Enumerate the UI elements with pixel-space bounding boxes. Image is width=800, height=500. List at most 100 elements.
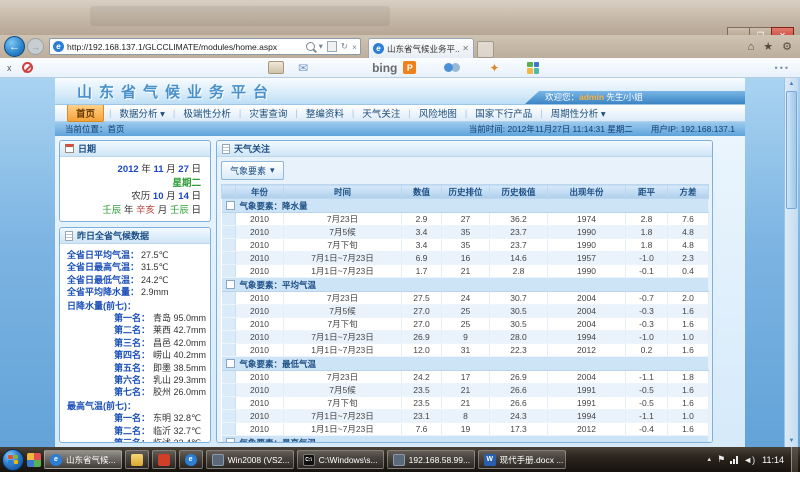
nav-item-3[interactable]: 灾害查询	[241, 105, 295, 121]
nav-item-0[interactable]: 首页	[67, 104, 104, 122]
tab-favicon: e	[373, 43, 384, 54]
table-cell: 0.4	[668, 265, 709, 278]
weather-panel: 天气关注 气象要素 ▾	[216, 140, 713, 443]
new-tab-button[interactable]	[477, 41, 494, 58]
mail-icon[interactable]: ✉	[298, 61, 308, 75]
table-cell: -0.7	[626, 292, 668, 305]
refresh-icon[interactable]: ↻	[341, 41, 348, 52]
table-cell: 17.3	[490, 423, 548, 436]
cards-icon[interactable]	[268, 61, 284, 74]
table-cell: 22.3	[490, 344, 548, 357]
game-grid-icon[interactable]	[527, 62, 539, 74]
taskbar-button-6[interactable]: 192.168.58.99...	[387, 450, 475, 469]
compatibility-view-icon[interactable]	[327, 41, 337, 52]
taskbar-button-2[interactable]	[152, 450, 176, 469]
blocked-popup-icon[interactable]	[22, 62, 33, 73]
chevron-down-icon[interactable]: ▾	[319, 41, 323, 52]
group-label: 气象要素：最高气温	[222, 436, 709, 443]
table-cell: 2.3	[668, 252, 709, 265]
table-cell: 30.7	[490, 292, 548, 305]
messenger-icon[interactable]	[444, 63, 453, 72]
taskbar-button-label: 现代手册.docx ...	[500, 454, 564, 466]
flag-tray-icon[interactable]: ⚑	[717, 454, 725, 465]
element-filter-button[interactable]: 气象要素 ▾	[221, 161, 284, 180]
stop-icon[interactable]: ×	[352, 42, 357, 52]
table-cell: 7月下旬	[284, 318, 402, 331]
calendar-text: 月	[155, 205, 170, 216]
address-bar[interactable]: e http://192.168.137.1/GLCCLIMATE/module…	[49, 38, 361, 55]
calendar-text: 11	[153, 164, 163, 175]
scrollbar-thumb[interactable]	[786, 91, 797, 209]
start-button[interactable]	[2, 449, 24, 471]
table-cell: 2010	[236, 213, 284, 226]
address-bar-icons: ▾ ↻ ×	[306, 41, 357, 52]
toolbar-close-icon[interactable]: x	[7, 63, 12, 73]
nav-item-4[interactable]: 整编资料	[298, 105, 352, 121]
search-icon[interactable]	[306, 42, 315, 51]
table-cell: 2004	[548, 318, 626, 331]
taskbar-button-1[interactable]	[125, 450, 149, 469]
table-cell: 23.5	[402, 397, 442, 410]
nav-item-5[interactable]: 天气关注	[354, 105, 408, 121]
table-cell: 1991	[548, 384, 626, 397]
folder-icon	[131, 454, 143, 466]
scrollbar-down-icon[interactable]: ▼	[785, 435, 798, 447]
group-checkbox[interactable]	[226, 438, 235, 443]
url-text[interactable]: http://192.168.137.1/GLCCLIMATE/modules/…	[67, 42, 303, 52]
taskbar-button-7[interactable]: W现代手册.docx ...	[478, 450, 566, 469]
table-cell: 1月1日~7月23日	[284, 423, 402, 436]
nav-item-2[interactable]: 极端性分析	[175, 105, 239, 121]
forward-button[interactable]: →	[27, 38, 44, 55]
quick-launch-icon[interactable]	[27, 453, 41, 467]
table-cell: 7月1日~7月23日	[284, 410, 402, 423]
back-button[interactable]: ←	[4, 36, 25, 57]
taskbar-button-4[interactable]: Win2008 (VS2...	[206, 450, 294, 469]
summary-label: 全省日最低气温：	[67, 274, 139, 286]
calendar-text: 月	[164, 164, 179, 175]
toolbar-overflow-dots[interactable]: •••	[775, 63, 790, 73]
page-scrollbar[interactable]: ▲ ▼	[784, 78, 798, 447]
calendar-text: 2012	[118, 164, 139, 175]
row-checkbox-cell	[222, 226, 236, 239]
bing-logo[interactable]: bing	[372, 61, 397, 75]
table-cell: 19	[442, 423, 490, 436]
tools-gear-icon[interactable]: ⚙	[782, 40, 792, 53]
group-checkbox[interactable]	[226, 280, 235, 289]
column-header: 数值	[402, 185, 442, 199]
nav-item-8[interactable]: 周期性分析 ▾	[543, 105, 614, 121]
network-icon[interactable]	[730, 456, 738, 464]
pet-sparkle-icon[interactable]: ✦	[489, 61, 499, 75]
volume-icon[interactable]: ◄)	[743, 455, 755, 465]
table-cell: 1.6	[668, 423, 709, 436]
rank-value: 即墨 38.5mm	[153, 362, 206, 374]
nav-item-7[interactable]: 国家下行产品	[467, 105, 540, 121]
table-cell: 16	[442, 252, 490, 265]
show-desktop-button[interactable]	[791, 447, 798, 472]
table-cell: 30.5	[490, 318, 548, 331]
table-cell: 12.0	[402, 344, 442, 357]
group-checkbox[interactable]	[226, 201, 235, 210]
taskbar-clock[interactable]: 11:14	[762, 455, 784, 465]
favorites-star-icon[interactable]: ★	[763, 40, 773, 53]
calendar-text: 日	[189, 205, 201, 216]
calendar-text: 月	[164, 191, 179, 202]
taskbar-button-5[interactable]: C:\C:\Windows\s...	[297, 450, 384, 469]
row-checkbox-cell	[222, 318, 236, 331]
table-cell: 27.0	[402, 318, 442, 331]
tab-close-icon[interactable]: ✕	[462, 44, 469, 53]
rank-section-title: 日降水量(前七)：	[67, 300, 207, 312]
taskbar-button-0[interactable]: e山东省气候...	[44, 450, 122, 469]
group-checkbox[interactable]	[226, 359, 235, 368]
browser-tab[interactable]: e 山东省气候业务平... ✕	[368, 38, 474, 58]
p-app-icon[interactable]: P	[403, 61, 416, 74]
rank-value: 莱西 42.7mm	[153, 324, 206, 336]
taskbar-button-3[interactable]: e	[179, 450, 203, 469]
nav-item-6[interactable]: 风险地图	[411, 105, 465, 121]
table-cell: 1994	[548, 410, 626, 423]
scrollbar-up-icon[interactable]: ▲	[785, 78, 798, 90]
hidden-icons-chevron[interactable]: ▲	[706, 457, 712, 463]
calendar-text: 壬辰	[102, 205, 121, 216]
home-icon[interactable]: ⌂	[748, 41, 755, 53]
table-row: 20107月5候27.02530.52004-0.31.6	[222, 305, 709, 318]
nav-item-1[interactable]: 数据分析 ▾	[111, 105, 172, 121]
